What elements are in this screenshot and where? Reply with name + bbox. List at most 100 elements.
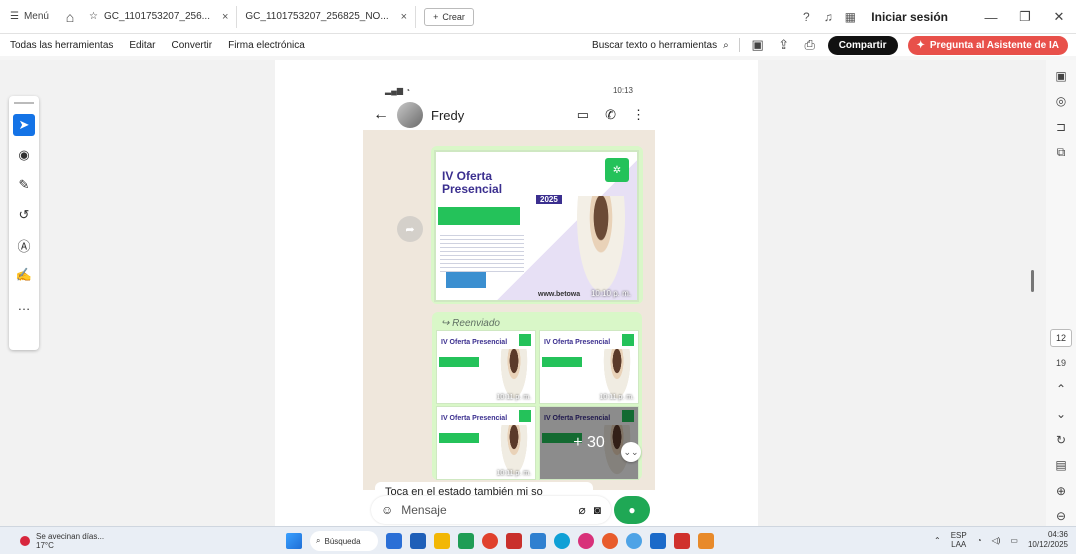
wifi-icon[interactable]: ◔ [977, 536, 982, 545]
forward-icon: ➦ [397, 216, 423, 242]
flyer-title-line2: Presencial [442, 182, 503, 196]
copilot-icon[interactable] [386, 533, 402, 549]
chat-body: IV Oferta Presencial 2025 ✲ www.betowa 1… [363, 130, 655, 504]
language-region: LAA [951, 540, 967, 549]
zoom-in-icon[interactable]: ⊕ [1050, 481, 1072, 501]
pen-tool-icon[interactable]: ✎ [13, 174, 35, 196]
word-icon[interactable] [530, 533, 546, 549]
powerpoint-icon[interactable] [506, 533, 522, 549]
menu-e-signature[interactable]: Firma electrónica [228, 40, 305, 51]
lasso-tool-icon[interactable]: ↺ [13, 204, 35, 226]
search-icon: ⌕ [316, 536, 321, 545]
flyer-url: www.betowa [538, 291, 581, 298]
restore-icon[interactable]: ❐ [1008, 9, 1042, 25]
tab-document-1[interactable]: ☆ GC_1101753207_256... × [80, 5, 238, 28]
bookmark-panel-icon[interactable]: ⊐ [1050, 117, 1072, 137]
tray-overflow-icon[interactable]: ⌃ [934, 536, 941, 545]
tab-document-2[interactable]: GC_1101753207_256825_NO... × [237, 5, 417, 28]
text-box-tool-icon[interactable]: Ⓐ [13, 234, 35, 256]
comments-panel-icon[interactable]: ◎ [1050, 92, 1072, 112]
menu-button[interactable]: ☰ Menú [0, 11, 59, 22]
menu-edit[interactable]: Editar [129, 40, 155, 51]
flyer-program-banner [438, 207, 520, 225]
close-tab-icon[interactable]: × [401, 11, 407, 23]
thumb-banner [542, 357, 582, 367]
file-explorer-icon[interactable] [434, 533, 450, 549]
app-icon[interactable] [698, 533, 714, 549]
battery-icon[interactable]: ▭ [1010, 536, 1018, 545]
taskbar-apps: ⌕ Búsqueda [286, 531, 714, 551]
document-scrollbar[interactable] [1031, 270, 1034, 292]
whatsapp-screenshot: ▂▄▆ ◔ 10:13 ← Fredy ▭ ✆ ⋮ IV Oferta Pres… [363, 80, 655, 526]
search-tools-label: Buscar texto o herramientas [592, 39, 718, 51]
start-menu-icon[interactable] [286, 533, 302, 549]
outlook-icon[interactable] [650, 533, 666, 549]
thumb-title: IV Oferta Presencial [441, 339, 508, 346]
sign-in-link[interactable]: Iniciar sesión [871, 10, 948, 24]
chrome-icon[interactable] [482, 533, 498, 549]
select-tool-icon[interactable]: ➤ [13, 114, 35, 136]
refresh-icon[interactable]: ↻ [1050, 430, 1072, 450]
language-code: ESP [950, 531, 967, 540]
ai-assistant-label: Pregunta al Asistente de IA [929, 39, 1059, 51]
minimize-icon[interactable]: — [974, 10, 1008, 25]
close-window-icon[interactable]: ✕ [1042, 9, 1076, 25]
search-tools-button[interactable]: Buscar texto o herramientas ⌕ [592, 40, 729, 51]
current-page-input[interactable]: 12 [1050, 329, 1072, 348]
new-tab-button[interactable]: + Crear [424, 7, 474, 26]
share-button[interactable]: Compartir [827, 35, 898, 55]
page-down-icon[interactable]: ⌄ [1050, 404, 1072, 424]
star-icon[interactable]: ☆ [89, 11, 98, 22]
video-call-icon: ▭ [576, 107, 590, 122]
weather-summary: Se avecinan días... [36, 532, 105, 541]
close-tab-icon[interactable]: × [222, 11, 228, 23]
print-icon[interactable]: ⎙ [802, 37, 818, 53]
flyer-text-block [440, 232, 524, 274]
album-thumbnail-more: IV Oferta Presencial + 30 [539, 406, 639, 480]
clock[interactable]: 04:36 10/12/2025 [1028, 530, 1068, 550]
message-placeholder: Mensaje [401, 503, 447, 517]
thumb-title: IV Oferta Presencial [441, 415, 508, 422]
flyer-date-badge [446, 272, 486, 288]
browser-icon[interactable] [626, 533, 642, 549]
home-icon[interactable]: ⌂ [59, 9, 81, 25]
emoji-icon: ☺ [381, 503, 394, 517]
ai-assistant-button[interactable]: ✦ Pregunta al Asistente de IA [907, 35, 1068, 55]
language-indicator[interactable]: ESP LAA [951, 531, 967, 549]
panel-grip[interactable] [14, 102, 34, 104]
excel-icon[interactable] [458, 533, 474, 549]
cloud-upload-icon[interactable]: ⇪ [776, 37, 792, 53]
phone-call-icon: ✆ [605, 107, 616, 122]
task-view-icon[interactable] [410, 533, 426, 549]
menu-convert[interactable]: Convertir [172, 40, 213, 51]
comment-tool-icon[interactable]: ◉ [13, 144, 35, 166]
volume-icon[interactable]: ◁) [992, 536, 1001, 545]
fit-page-icon[interactable]: ▤ [1050, 455, 1072, 475]
notifications-icon[interactable]: ♫ [817, 10, 839, 24]
menu-all-tools[interactable]: Todas las herramientas [10, 40, 113, 51]
zoom-out-icon[interactable]: ⊖ [1050, 506, 1072, 526]
system-tray: ⌃ ESP LAA ◔ ◁) ▭ 04:36 10/12/2025 [934, 530, 1068, 550]
weather-widget[interactable]: Se avecinan días... 17°C [20, 532, 104, 550]
signature-tool-icon[interactable]: ✍ [13, 264, 35, 286]
instagram-icon[interactable] [578, 533, 594, 549]
edge-icon[interactable] [554, 533, 570, 549]
phone-status-bar: ▂▄▆ ◔ 10:13 [363, 80, 655, 100]
attach-icon: ⌀ [578, 503, 586, 517]
more-tools-icon[interactable]: … [13, 294, 35, 316]
weather-text: Se avecinan días... 17°C [36, 532, 104, 550]
ai-panel-icon[interactable]: ▣ [1050, 66, 1072, 86]
firefox-icon[interactable] [602, 533, 618, 549]
pages-panel-icon[interactable]: ⧉ [1050, 143, 1072, 163]
page-up-icon[interactable]: ⌃ [1050, 379, 1072, 399]
browser-titlebar: ☰ Menú ⌂ ☆ GC_1101753207_256... × GC_110… [0, 0, 1076, 34]
acrobat-icon[interactable] [674, 533, 690, 549]
plus-icon: + [433, 11, 439, 22]
apps-grid-icon[interactable]: ▦ [839, 10, 861, 24]
help-icon[interactable]: ? [795, 10, 817, 24]
taskbar-search[interactable]: ⌕ Búsqueda [310, 531, 378, 551]
save-icon[interactable]: ▣ [750, 37, 766, 53]
flyer-image: IV Oferta Presencial 2025 ✲ www.betowa 1… [434, 150, 639, 302]
taskbar-search-label: Búsqueda [324, 536, 361, 546]
toolbar-right: Buscar texto o herramientas ⌕ ▣ ⇪ ⎙ Comp… [592, 34, 1068, 56]
